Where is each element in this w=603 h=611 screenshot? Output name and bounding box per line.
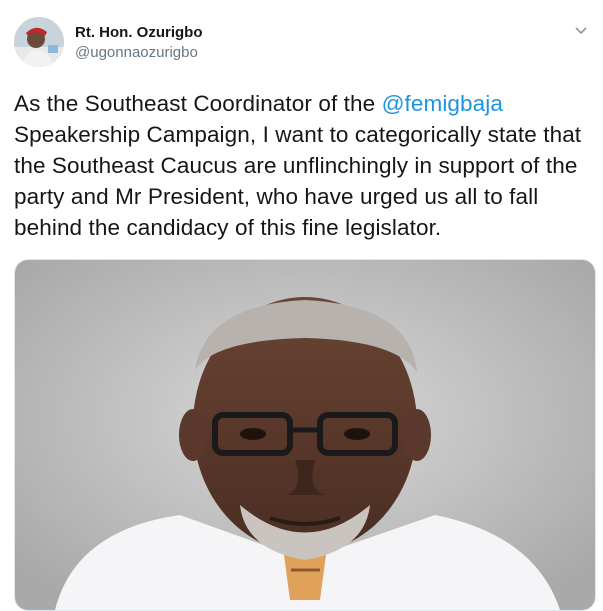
author-display-name[interactable]: Rt. Hon. Ozurigbo	[75, 23, 202, 42]
author-avatar[interactable]	[14, 17, 64, 67]
tweet-text-part2: Speakership Campaign, I want to categori…	[14, 122, 582, 240]
author-names: Rt. Hon. Ozurigbo @ugonnaozurigbo	[75, 23, 202, 62]
tweet-header: Rt. Hon. Ozurigbo @ugonnaozurigbo	[14, 17, 589, 67]
mention-link[interactable]: @femigbaja	[382, 91, 503, 116]
tweet-photo[interactable]	[14, 259, 596, 611]
author-handle[interactable]: @ugonnaozurigbo	[75, 43, 202, 62]
chevron-down-icon[interactable]	[573, 23, 589, 39]
tweet-text: As the Southeast Coordinator of the @fem…	[14, 88, 594, 243]
tweet-card: Rt. Hon. Ozurigbo @ugonnaozurigbo As the…	[0, 0, 603, 611]
tweet-text-part1: As the Southeast Coordinator of the	[14, 91, 382, 116]
